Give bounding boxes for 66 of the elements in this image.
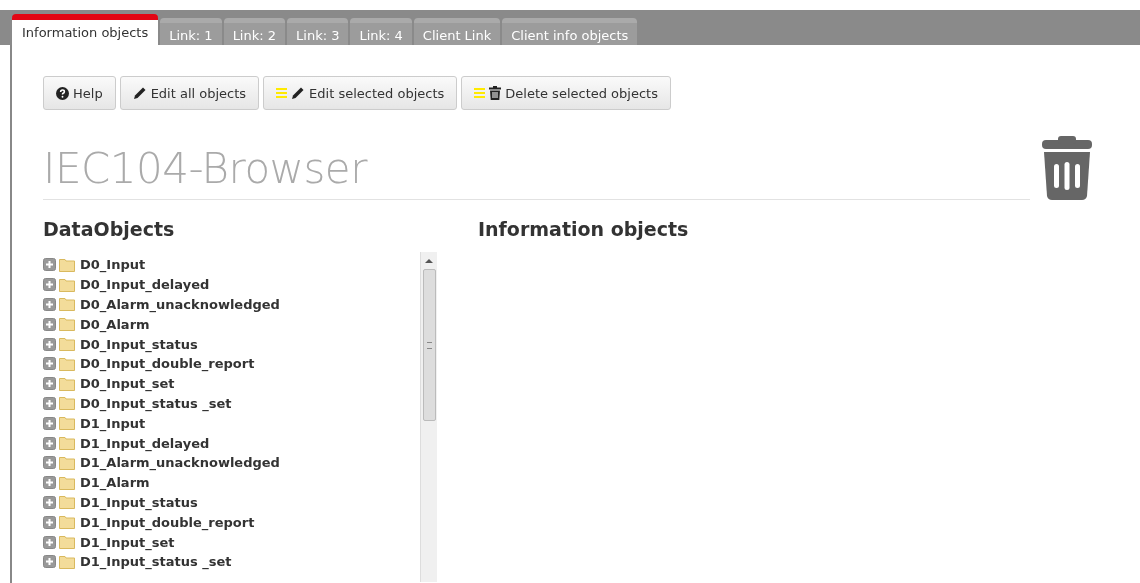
folder-icon bbox=[59, 554, 75, 569]
expand-icon[interactable] bbox=[43, 515, 56, 529]
page-title: IEC104-Browser bbox=[43, 144, 1030, 200]
folder-icon bbox=[59, 317, 75, 332]
expand-icon[interactable] bbox=[43, 377, 56, 391]
tree-item[interactable]: D0_Input_set bbox=[80, 376, 175, 392]
tree-item[interactable]: D0_Alarm bbox=[80, 316, 150, 332]
expand-icon[interactable] bbox=[43, 396, 56, 410]
folder-icon bbox=[59, 535, 75, 550]
expand-icon[interactable] bbox=[43, 357, 56, 371]
tree-item[interactable]: D1_Alarm bbox=[80, 475, 150, 491]
tree-item[interactable]: D0_Input_status _set bbox=[80, 395, 232, 411]
expand-icon[interactable] bbox=[43, 298, 56, 311]
tree-item[interactable]: D0_Input_double_report bbox=[80, 356, 255, 372]
folder-icon bbox=[59, 376, 75, 391]
folder-icon bbox=[59, 455, 75, 470]
pencil-icon bbox=[291, 86, 306, 100]
expand-icon[interactable] bbox=[43, 535, 56, 549]
expand-icon[interactable] bbox=[43, 278, 56, 292]
tree-item[interactable]: D1_Input_delayed bbox=[80, 435, 210, 451]
scroll-thumb[interactable] bbox=[422, 269, 436, 421]
scroll-up-icon[interactable] bbox=[425, 259, 433, 263]
tree-item[interactable]: D1_Input bbox=[80, 415, 146, 431]
expand-icon[interactable] bbox=[43, 476, 56, 490]
section-heading: Information objects bbox=[478, 218, 689, 240]
toolbar-button[interactable]: Help bbox=[43, 76, 116, 110]
expand-icon[interactable] bbox=[43, 436, 56, 450]
folder-icon bbox=[59, 337, 75, 352]
tree-item[interactable]: D0_Alarm_unacknowledged bbox=[80, 297, 280, 312]
toolbar-button[interactable]: Edit selected objects bbox=[263, 76, 458, 110]
toolbar-button[interactable]: Edit all objects bbox=[119, 76, 260, 110]
section-heading: DataObjects bbox=[43, 218, 176, 240]
trash-icon bbox=[489, 86, 502, 100]
tree-item[interactable]: D1_Alarm_unacknowledged bbox=[80, 455, 280, 471]
list-icon bbox=[474, 87, 486, 99]
folder-icon bbox=[59, 257, 75, 272]
tree-item[interactable]: D0_Input_status bbox=[80, 336, 198, 352]
tree-item[interactable]: D0_Input_delayed bbox=[80, 277, 210, 293]
folder-icon bbox=[59, 277, 75, 292]
folder-icon bbox=[59, 396, 75, 411]
expand-icon[interactable] bbox=[43, 555, 56, 569]
tree-item[interactable]: D1_Input_status _set bbox=[80, 554, 232, 570]
folder-icon bbox=[59, 356, 75, 371]
folder-icon bbox=[59, 495, 75, 510]
tab[interactable]: Information objects bbox=[12, 14, 159, 45]
pencil-icon bbox=[132, 86, 147, 100]
folder-icon bbox=[59, 475, 75, 490]
expand-icon[interactable] bbox=[43, 416, 56, 430]
tree-item[interactable]: D1_Input_double_report bbox=[80, 514, 255, 530]
expand-icon[interactable] bbox=[43, 258, 56, 272]
folder-icon bbox=[59, 436, 75, 451]
folder-icon bbox=[59, 416, 75, 431]
trash-icon[interactable] bbox=[1042, 134, 1092, 200]
tree-item[interactable]: D0_Input bbox=[80, 257, 146, 273]
tree-item[interactable]: D1_Input_status bbox=[80, 494, 198, 510]
tree-item[interactable]: D1_Input_set bbox=[80, 534, 175, 550]
scrollbar[interactable] bbox=[420, 252, 437, 582]
expand-icon[interactable] bbox=[43, 317, 56, 331]
folder-icon bbox=[59, 515, 75, 530]
list-icon bbox=[276, 87, 288, 99]
help-icon bbox=[56, 86, 69, 100]
expand-icon[interactable] bbox=[43, 495, 56, 509]
expand-icon[interactable] bbox=[43, 337, 56, 351]
expand-icon[interactable] bbox=[43, 456, 56, 470]
toolbar-button[interactable]: Delete selected objects bbox=[461, 76, 671, 110]
folder-icon bbox=[59, 297, 75, 312]
